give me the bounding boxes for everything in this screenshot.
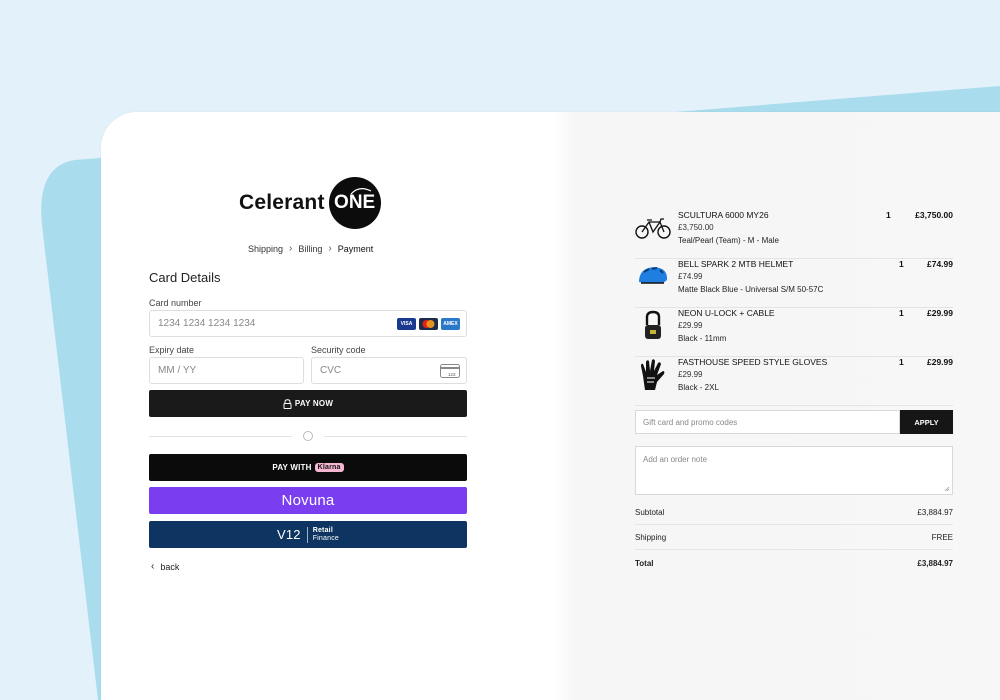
item-price: £29.99 — [678, 370, 703, 379]
security-code-label: Security code — [311, 345, 366, 355]
card-details-title: Card Details — [149, 270, 221, 285]
subtotal-row: Subtotal £3,884.97 — [635, 501, 953, 525]
item-name: FASTHOUSE SPEED STYLE GLOVES — [678, 357, 828, 367]
order-note-placeholder: Add an order note — [643, 455, 708, 464]
item-qty: 1 — [886, 210, 891, 220]
breadcrumb-shipping[interactable]: Shipping — [248, 244, 283, 254]
helmet-icon — [635, 259, 671, 295]
card-number-label: Card number — [149, 298, 202, 308]
item-variant: Black - 11mm — [678, 334, 727, 343]
gloves-icon — [635, 357, 671, 393]
v12-line1: Retail — [312, 526, 333, 534]
lock-icon — [635, 308, 671, 344]
bike-swoosh-icon — [350, 188, 371, 195]
promo-code-input[interactable]: Gift card and promo codes — [635, 410, 900, 434]
back-label: back — [160, 561, 180, 572]
item-variant: Matte Black Blue - Universal S/M 50-57C — [678, 285, 824, 294]
order-note-textarea[interactable]: Add an order note — [635, 446, 953, 495]
item-total: £3,750.00 — [915, 210, 953, 220]
pay-now-label: PAY NOW — [294, 399, 334, 408]
apply-label: APPLY — [914, 417, 939, 427]
subtotal-value: £3,884.97 — [917, 508, 953, 517]
cvc-icon-text: 123 — [448, 372, 456, 377]
resize-handle-icon[interactable] — [944, 486, 950, 492]
brand-name: Celerant — [239, 191, 325, 214]
divider-left — [149, 436, 292, 437]
order-summary-panel: SCULTURA 6000 MY26 £3,750.00 Teal/Pearl … — [556, 112, 1000, 700]
divider-circle-icon — [303, 431, 313, 441]
apply-button[interactable]: APPLY — [900, 410, 953, 434]
breadcrumb: Shipping › Billing › Payment — [248, 243, 373, 254]
breadcrumb-chevron-icon: › — [328, 243, 332, 254]
item-price: £3,750.00 — [678, 223, 714, 232]
novuna-button[interactable]: Novuna — [149, 487, 467, 514]
item-qty: 1 — [899, 259, 904, 269]
pay-with-klarna-button[interactable]: PAY WITH Klarna — [149, 454, 467, 481]
list-item: FASTHOUSE SPEED STYLE GLOVES £29.99 Blac… — [635, 357, 953, 406]
subtotal-label: Subtotal — [635, 508, 665, 517]
v12-text: Retail Finance — [306, 526, 340, 543]
total-row: Total £3,884.97 — [635, 551, 953, 575]
expiry-label: Expiry date — [149, 345, 195, 355]
brand-logo: Celerant ONE — [239, 177, 381, 229]
mastercard-icon — [419, 318, 438, 330]
promo-code-placeholder: Gift card and promo codes — [643, 417, 738, 427]
lock-icon — [283, 398, 292, 409]
bicycle-icon — [635, 210, 671, 246]
shipping-row: Shipping FREE — [635, 526, 953, 550]
shipping-label: Shipping — [635, 533, 667, 542]
expiry-placeholder: MM / YY — [158, 365, 197, 376]
item-name: BELL SPARK 2 MTB HELMET — [678, 259, 794, 269]
item-variant: Black - 2XL — [678, 383, 719, 392]
v12-logo: V12 — [276, 527, 301, 542]
item-price: £74.99 — [678, 272, 703, 281]
total-label: Total — [635, 558, 654, 568]
list-item: BELL SPARK 2 MTB HELMET £74.99 Matte Bla… — [635, 259, 953, 308]
item-qty: 1 — [899, 357, 904, 367]
security-code-input[interactable]: CVC 123 — [311, 357, 467, 384]
back-link[interactable]: ‹ back — [151, 561, 179, 572]
cvc-card-icon: 123 — [440, 364, 460, 381]
brand-badge: ONE — [328, 177, 381, 229]
card-number-placeholder: 1234 1234 1234 1234 — [158, 318, 256, 329]
shipping-value: FREE — [931, 533, 953, 542]
checkout-window: Celerant ONE Shipping › Billing › Paymen… — [101, 112, 1000, 700]
security-code-placeholder: CVC — [320, 365, 342, 376]
item-total: £29.99 — [927, 308, 953, 318]
chevron-left-icon: ‹ — [151, 561, 155, 572]
card-number-input[interactable]: 1234 1234 1234 1234 VISA AMEX — [149, 310, 467, 337]
breadcrumb-payment: Payment — [337, 243, 374, 254]
item-qty: 1 — [899, 308, 904, 318]
amex-icon: AMEX — [441, 318, 460, 330]
breadcrumb-chevron-icon: › — [289, 243, 293, 254]
list-item: NEON U-LOCK + CABLE £29.99 Black - 11mm … — [635, 308, 953, 357]
pay-with-label: PAY WITH — [272, 463, 312, 472]
item-name: SCULTURA 6000 MY26 — [678, 210, 769, 220]
expiry-input[interactable]: MM / YY — [149, 357, 304, 384]
breadcrumb-billing[interactable]: Billing — [298, 244, 322, 254]
divider-right — [324, 436, 467, 437]
item-total: £74.99 — [927, 259, 953, 269]
visa-icon: VISA — [397, 318, 416, 330]
klarna-logo: Klarna — [314, 463, 344, 472]
total-value: £3,884.97 — [917, 558, 953, 568]
card-brands: VISA AMEX — [397, 318, 460, 330]
list-item: SCULTURA 6000 MY26 £3,750.00 Teal/Pearl … — [635, 210, 953, 259]
item-price: £29.99 — [678, 321, 703, 330]
item-total: £29.99 — [927, 357, 953, 367]
novuna-label: Novuna — [281, 492, 335, 509]
pay-now-button[interactable]: PAY NOW — [149, 390, 467, 417]
v12-line2: Finance — [312, 534, 340, 542]
item-variant: Teal/Pearl (Team) - M - Male — [678, 236, 779, 245]
item-name: NEON U-LOCK + CABLE — [678, 308, 775, 318]
v12-retail-finance-button[interactable]: V12 Retail Finance — [149, 521, 467, 548]
